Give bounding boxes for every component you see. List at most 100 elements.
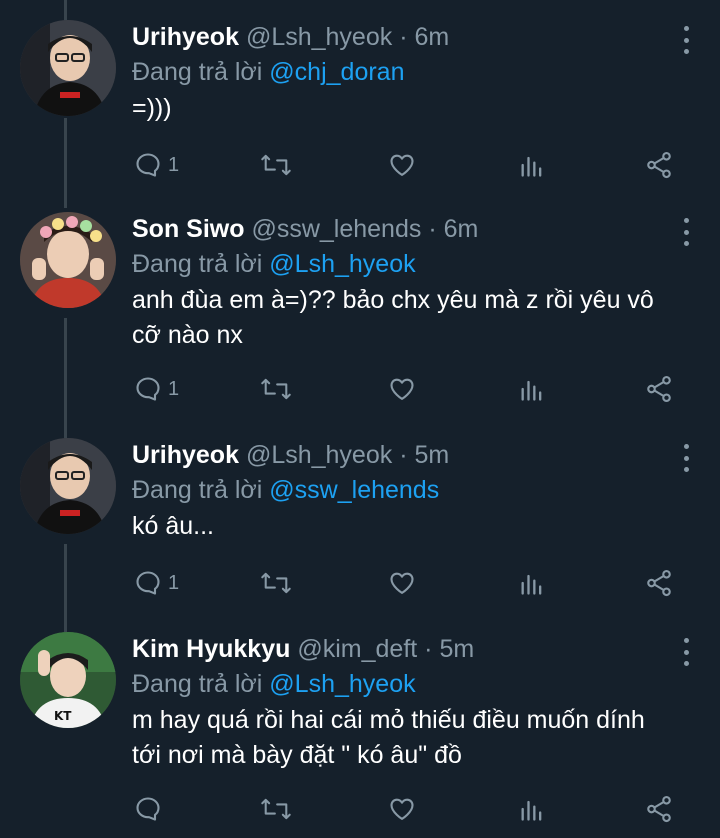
tweet-header: Kim Hyukkyu @kim_deft · 5m (132, 634, 680, 664)
share-icon (647, 795, 671, 823)
timestamp[interactable]: 5m (414, 441, 449, 469)
replying-to-label: Đang trả lời (132, 476, 263, 504)
share-icon (647, 375, 671, 403)
display-name[interactable]: Urihyeok (132, 23, 239, 51)
display-name[interactable]: Kim Hyukkyu (132, 635, 290, 663)
tweet-header: Urihyeok @Lsh_hyeok · 6m (132, 22, 680, 52)
mention-link[interactable]: @chj_doran (269, 58, 404, 86)
tweet-actions: 1 (132, 148, 692, 182)
mention-link[interactable]: @ssw_lehends (269, 476, 439, 504)
reply-icon (136, 153, 160, 177)
tweet-actions (132, 792, 692, 826)
user-handle[interactable]: @Lsh_hyeok (246, 23, 392, 51)
tweet-text: m hay quá rồi hai cái mỏ thiếu điều muốn… (132, 706, 645, 769)
tweet-actions: 1 (132, 566, 692, 600)
reply-icon (136, 571, 160, 595)
separator-dot: · (399, 441, 408, 469)
analytics-button[interactable] (518, 792, 546, 826)
separator-dot: · (428, 215, 437, 243)
tweet[interactable]: KT Kim Hyukkyu @kim_deft · 5m Đang trả l… (0, 632, 720, 838)
display-name[interactable]: Urihyeok (132, 441, 239, 469)
replying-to-label: Đang trả lời (132, 670, 263, 698)
reply-button[interactable]: 1 (134, 566, 179, 600)
tweet-text: kó âu... (132, 512, 214, 540)
replying-to: Đang trả lời @chj_doran (132, 57, 680, 87)
more-icon[interactable] (678, 26, 694, 54)
share-button[interactable] (644, 566, 674, 600)
reply-icon (136, 377, 160, 401)
retweet-button[interactable] (260, 148, 292, 182)
reply-icon (136, 797, 160, 821)
user-handle[interactable]: @ssw_lehends (251, 215, 421, 243)
avatar-image (20, 438, 116, 534)
analytics-button[interactable] (518, 372, 546, 406)
retweet-icon (261, 572, 291, 594)
separator-dot: · (424, 635, 433, 663)
like-button[interactable] (388, 148, 416, 182)
avatar[interactable] (20, 438, 116, 534)
like-icon (390, 378, 414, 400)
replying-to: Đang trả lời @Lsh_hyeok (132, 249, 680, 279)
avatar-image (20, 212, 116, 308)
tweet-header: Son Siwo @ssw_lehends · 6m (132, 214, 680, 244)
share-button[interactable] (644, 372, 674, 406)
retweet-icon (261, 378, 291, 400)
tweet-content: Kim Hyukkyu @kim_deft · 5m Đang trả lời … (132, 632, 680, 773)
share-button[interactable] (644, 148, 674, 182)
share-icon (647, 569, 671, 597)
tweet-content: Urihyeok @Lsh_hyeok · 5m Đang trả lời @s… (132, 438, 680, 544)
timestamp[interactable]: 6m (414, 23, 449, 51)
analytics-icon (521, 156, 542, 177)
reply-button[interactable]: 1 (134, 372, 179, 406)
reply-button[interactable]: 1 (134, 148, 179, 182)
display-name[interactable]: Son Siwo (132, 215, 245, 243)
like-button[interactable] (388, 792, 416, 826)
separator-dot: · (399, 23, 408, 51)
tweet-content: Son Siwo @ssw_lehends · 6m Đang trả lời … (132, 212, 680, 353)
retweet-button[interactable] (260, 792, 292, 826)
more-icon[interactable] (678, 218, 694, 246)
retweet-button[interactable] (260, 372, 292, 406)
tweet-content: Urihyeok @Lsh_hyeok · 6m Đang trả lời @c… (132, 20, 680, 126)
share-icon (647, 151, 671, 179)
more-icon[interactable] (678, 444, 694, 472)
timestamp[interactable]: 5m (439, 635, 474, 663)
replying-to: Đang trả lời @ssw_lehends (132, 475, 680, 505)
reply-count: 1 (168, 571, 180, 594)
replying-to-label: Đang trả lời (132, 250, 263, 278)
reply-count: 1 (168, 153, 180, 176)
replying-to: Đang trả lời @Lsh_hyeok (132, 669, 680, 699)
avatar-image (20, 20, 116, 116)
analytics-button[interactable] (518, 148, 546, 182)
mention-link[interactable]: @Lsh_hyeok (269, 250, 415, 278)
reply-count: 1 (168, 377, 180, 400)
svg-text:KT: KT (54, 709, 72, 723)
like-icon (390, 154, 414, 176)
avatar[interactable] (20, 20, 116, 116)
tweet[interactable]: Son Siwo @ssw_lehends · 6m Đang trả lời … (0, 212, 720, 436)
analytics-icon (521, 800, 542, 821)
like-button[interactable] (388, 566, 416, 600)
share-button[interactable] (644, 792, 674, 826)
thread-line (64, 0, 67, 22)
retweet-icon (261, 154, 291, 176)
tweet-thread: Urihyeok @Lsh_hyeok · 6m Đang trả lời @c… (0, 0, 720, 838)
mention-link[interactable]: @Lsh_hyeok (269, 670, 415, 698)
avatar[interactable] (20, 212, 116, 308)
more-icon[interactable] (678, 638, 694, 666)
retweet-icon (261, 798, 291, 820)
user-handle[interactable]: @kim_deft (297, 635, 417, 663)
tweet[interactable]: Urihyeok @Lsh_hyeok · 5m Đang trả lời @s… (0, 438, 720, 628)
user-handle[interactable]: @Lsh_hyeok (246, 441, 392, 469)
analytics-button[interactable] (518, 566, 546, 600)
tweet-actions: 1 (132, 372, 692, 406)
tweet[interactable]: Urihyeok @Lsh_hyeok · 6m Đang trả lời @c… (0, 20, 720, 210)
analytics-icon (521, 574, 542, 595)
retweet-button[interactable] (260, 566, 292, 600)
timestamp[interactable]: 6m (444, 215, 479, 243)
like-button[interactable] (388, 372, 416, 406)
tweet-text: =))) (132, 94, 172, 122)
tweet-header: Urihyeok @Lsh_hyeok · 5m (132, 440, 680, 470)
avatar[interactable]: KT (20, 632, 116, 728)
reply-button[interactable] (134, 792, 168, 826)
